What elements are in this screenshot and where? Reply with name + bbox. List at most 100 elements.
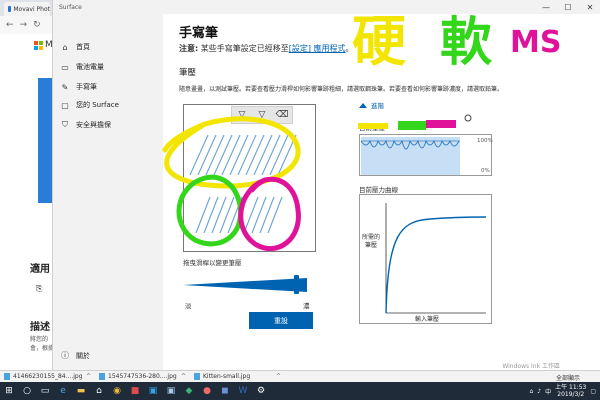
explorer-icon[interactable]: ▬ (72, 382, 90, 400)
pressure-curve-graph (359, 194, 492, 324)
app-icon[interactable]: ◼ (216, 382, 234, 400)
curve-y-axis-label: 所需的筆壓 (361, 234, 380, 249)
image-file-icon (4, 373, 10, 380)
pressure-max-label: 100% (477, 138, 493, 144)
back-icon[interactable]: ← (6, 20, 14, 30)
task-view-icon[interactable]: ▭ (36, 382, 54, 400)
clock-date: 2019/3/2 (557, 391, 585, 398)
chevron-up-icon[interactable]: ^ (276, 373, 285, 380)
close-button[interactable]: ✕ (579, 0, 600, 14)
app-icon[interactable]: ● (198, 382, 216, 400)
sidebar-item-label: 手寫筆 (76, 83, 97, 91)
shield-icon: ⛉ (62, 120, 68, 129)
home-icon: ⌂ (62, 42, 68, 52)
microsoft-logo-icon (34, 40, 43, 50)
sidebar-item-label: 安全與擔保 (76, 121, 111, 129)
sidebar-item-about[interactable]: ⓘ 關於 (61, 350, 90, 361)
browser-tab[interactable]: Movavi Phot (4, 2, 50, 16)
pressure-graph-svg (360, 137, 460, 175)
window-title: Surface (59, 3, 82, 11)
section-heading-pressure: 筆壓 (179, 68, 197, 78)
surface-window: Surface — ☐ ✕ ⌂ 首頁 ▭ 電池電量 ✎ 手寫筆 ▢ 您的 Sur… (52, 0, 600, 370)
reset-button[interactable]: 重設 (249, 312, 313, 329)
clock-time: 上午 11:53 (555, 384, 587, 391)
sidebar: ⌂ 首頁 ▭ 電池電量 ✎ 手寫筆 ▢ 您的 Surface ⛉ 安全與擔保 ⓘ… (53, 14, 163, 370)
device-icon: ⎘ (36, 284, 43, 293)
sidebar-item-label: 您的 Surface (76, 101, 119, 109)
store-icon[interactable]: ⌂ (90, 382, 108, 400)
pen-tool-strip: ▽ ▽ ⌫ (231, 106, 293, 124)
start-icon[interactable]: ⊞ (0, 382, 18, 400)
pressure-slider-track (183, 278, 307, 292)
drawing-canvas[interactable] (183, 104, 316, 252)
advanced-toggle[interactable]: 進階 (359, 100, 384, 110)
note-end: 。 (345, 44, 354, 53)
minimize-button[interactable]: — (535, 0, 557, 14)
photoshop-icon[interactable]: ▣ (144, 382, 162, 400)
download-filename: 41466230155_84....jpg (13, 373, 83, 380)
browser-tab-title: Movavi Phot (13, 5, 50, 13)
curve-x-axis-label: 輸入筆壓 (415, 316, 440, 323)
pressure-slider-label: 拖曳滑桿以變更筆壓 (183, 259, 242, 267)
browser-navbar: ← → ↻ (0, 16, 52, 34)
window-controls: — ☐ ✕ (535, 0, 600, 14)
app-icon[interactable]: ◆ (180, 382, 198, 400)
settings-note: 注意: 某些手寫筆設定已經移至[設定] 應用程式。 (179, 43, 354, 54)
input-language[interactable]: 中 (545, 387, 551, 396)
browser-heading-description: 描述 (30, 322, 50, 333)
slider-max-label: 濃 (303, 302, 310, 310)
network-icon[interactable]: ⌂ (529, 388, 533, 395)
settings-icon[interactable]: ⚙ (252, 382, 270, 400)
word-icon[interactable]: W (234, 382, 252, 400)
forward-icon[interactable]: → (20, 20, 28, 30)
taskbar: ⊞ ○ ▭ e ▬ ⌂ ◉ ■ ▣ ▣ ◆ ● ◼ W ⚙ ⌂ ♪ 中 上午 1… (0, 382, 600, 400)
ballpoint-pen-icon[interactable]: ▽ (234, 108, 250, 122)
clock[interactable]: 上午 11:53 2019/3/2 (555, 384, 586, 398)
maximize-button[interactable]: ☐ (557, 0, 579, 14)
sidebar-item-label: 關於 (76, 351, 90, 360)
volume-icon[interactable]: ♪ (537, 388, 541, 395)
battery-icon: ▭ (61, 62, 69, 72)
lightroom-icon[interactable]: ▣ (162, 382, 180, 400)
window-titlebar: Surface — ☐ ✕ (53, 0, 600, 14)
chevron-up-icon[interactable]: ^ (86, 373, 95, 380)
download-item[interactable]: 41466230155_84....jpg ^ (0, 373, 95, 380)
sidebar-item-label: 首頁 (76, 43, 90, 51)
image-file-icon (194, 373, 200, 380)
surface-icon: ▢ (61, 100, 69, 110)
settings-app-link[interactable]: [設定] 應用程式 (289, 44, 346, 53)
search-icon[interactable]: ○ (18, 382, 36, 400)
notification-icon[interactable]: ▢ (590, 388, 596, 395)
sidebar-item-your-surface[interactable]: ▢ 您的 Surface (61, 100, 119, 110)
system-tray: ⌂ ♪ 中 上午 11:53 2019/3/2 ▢ (529, 382, 596, 400)
pressure-slider-thumb[interactable] (294, 275, 299, 294)
download-item[interactable]: Kitten-small.jpg ^ (190, 373, 285, 380)
note-text: 某些手寫筆設定已經移至 (200, 44, 289, 53)
note-label: 注意: (179, 44, 199, 53)
current-pressure-label: 目前筆壓 (359, 124, 385, 132)
browser-heading-applies: 適用 (30, 264, 50, 275)
canvas-strokes (189, 134, 297, 234)
sidebar-item-security[interactable]: ⛉ 安全與擔保 (61, 120, 111, 130)
sidebar-item-home[interactable]: ⌂ 首頁 (61, 42, 90, 52)
chevron-up-icon[interactable]: ^ (181, 373, 190, 380)
download-item[interactable]: 1545747536-280....jpg ^ (95, 373, 190, 380)
microsoft-logo: M (34, 40, 53, 50)
pencil-icon[interactable]: ▽ (254, 108, 270, 122)
sidebar-item-battery[interactable]: ▭ 電池電量 (61, 62, 104, 72)
eraser-icon[interactable]: ⌫ (274, 108, 290, 122)
page-title: 手寫筆 (179, 26, 219, 41)
app-icon[interactable]: ■ (126, 382, 144, 400)
pressure-curve-label: 目前壓力曲線 (359, 186, 398, 194)
refresh-icon[interactable]: ↻ (33, 20, 41, 30)
edge-icon[interactable]: e (54, 382, 72, 400)
browser-paragraph-1: 將您的 (30, 336, 49, 343)
pressure-slider[interactable] (183, 270, 317, 296)
download-filename: 1545747536-280....jpg (108, 373, 177, 380)
browser-paragraph-2: 會，根據 (30, 345, 55, 352)
pen-icon: ✎ (61, 82, 69, 92)
sidebar-item-label: 電池電量 (76, 63, 104, 71)
sidebar-item-pen[interactable]: ✎ 手寫筆 (61, 82, 97, 92)
chrome-icon[interactable]: ◉ (108, 382, 126, 400)
show-all-downloads[interactable]: 全部顯示 (556, 373, 580, 382)
